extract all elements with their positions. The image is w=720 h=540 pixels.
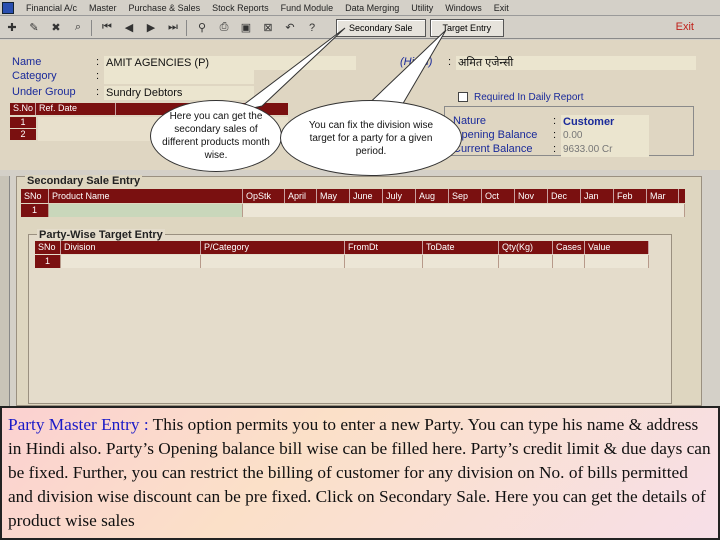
table-row[interactable]: 1 xyxy=(21,204,685,217)
column-header: FromDt xyxy=(345,241,423,254)
cases-cell[interactable] xyxy=(553,255,585,268)
secondary-callout-pointer xyxy=(233,27,346,113)
category-cell[interactable] xyxy=(201,255,345,268)
value-cell[interactable] xyxy=(585,255,649,268)
secondary-callout-text: Here you can get the secondary sales of … xyxy=(162,111,270,161)
product-name-cell[interactable] xyxy=(49,204,243,217)
division-cell[interactable] xyxy=(61,255,201,268)
scrollbar[interactable] xyxy=(0,176,10,406)
monthly-values-cell[interactable] xyxy=(243,204,685,217)
to-date-cell[interactable] xyxy=(423,255,499,268)
target-entry-title: Party-Wise Target Entry xyxy=(37,229,165,241)
row-number: 1 xyxy=(35,255,61,268)
column-header: Qty(Kg) xyxy=(499,241,553,254)
target-entry-callout: You can fix the division wise target for… xyxy=(280,100,462,176)
explanation-heading: Party Master Entry : xyxy=(8,415,153,434)
secondary-sale-callout: Here you can get the secondary sales of … xyxy=(150,100,282,172)
row-number: 1 xyxy=(21,204,49,217)
from-date-cell[interactable] xyxy=(345,255,423,268)
target-entry-header: SNo Division P/Category FromDt ToDate Qt… xyxy=(35,241,649,254)
target-entry-panel: Party-Wise Target Entry SNo Division P/C… xyxy=(28,229,672,404)
column-header: ToDate xyxy=(423,241,499,254)
column-header: P/Category xyxy=(201,241,345,254)
qty-cell[interactable] xyxy=(499,255,553,268)
explanation-box: Party Master Entry : This option permits… xyxy=(0,406,720,540)
column-header: SNo xyxy=(35,241,61,254)
table-row[interactable]: 1 xyxy=(35,255,649,268)
column-header: Division xyxy=(61,241,201,254)
column-header: Value xyxy=(585,241,649,254)
column-header: Cases xyxy=(553,241,585,254)
target-callout-text: You can fix the division wise target for… xyxy=(308,119,434,157)
